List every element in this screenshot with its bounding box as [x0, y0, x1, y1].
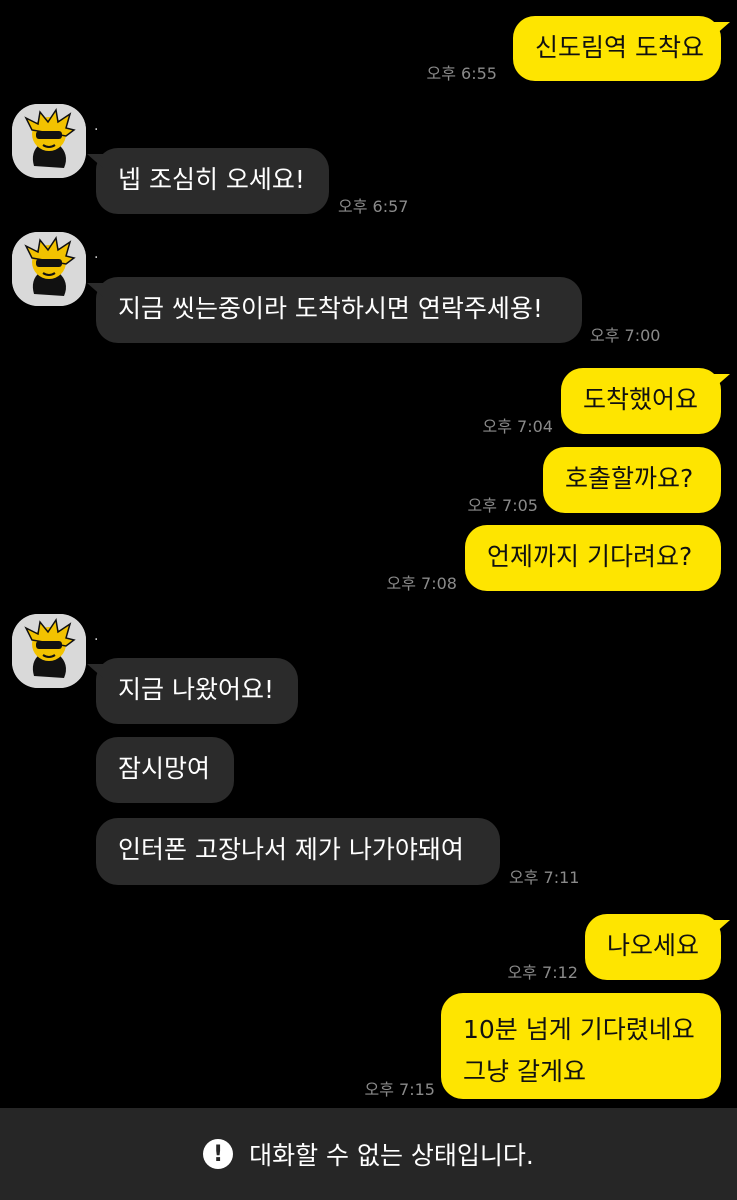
incoming-message[interactable]: 넵 조심히 오세요! [87, 148, 329, 214]
message-time: 오후 6:55 [426, 64, 497, 83]
outgoing-message[interactable]: 호출할까요? [543, 447, 721, 513]
incoming-message[interactable]: 인터폰 고장나서 제가 나가야돼여 [96, 818, 500, 885]
message-time: 오후 7:04 [482, 417, 553, 436]
outgoing-message[interactable]: 언제까지 기다려요? [465, 525, 721, 591]
message-time: 오후 7:00 [590, 326, 661, 345]
message-time: 오후 7:08 [386, 574, 457, 593]
outgoing-message[interactable]: 10분 넘게 기다렸네요 그냥 갈게요 [441, 993, 721, 1099]
incoming-message[interactable]: 잠시망여 [96, 737, 234, 803]
sender-name: . [94, 118, 99, 134]
message-time: 오후 7:15 [364, 1080, 435, 1099]
message-time: 오후 7:11 [509, 868, 580, 887]
outgoing-message[interactable]: 도착했어요 [561, 368, 730, 434]
message-time: 오후 6:57 [338, 197, 409, 216]
message-time: 오후 7:05 [467, 496, 538, 515]
avatar[interactable] [12, 232, 86, 306]
incoming-message[interactable]: 지금 씻는중이라 도착하시면 연락주세용! [87, 277, 582, 343]
avatar[interactable] [12, 104, 86, 178]
chat-disabled-bar: ! 대화할 수 없는 상태입니다. [0, 1108, 737, 1200]
sender-name: . [94, 628, 99, 644]
avatar[interactable] [12, 614, 86, 688]
character-avatar-icon [12, 232, 86, 306]
chat-disabled-message: 대화할 수 없는 상태입니다. [249, 1141, 534, 1170]
message-line: 그냥 갈게요 [463, 1057, 586, 1086]
character-avatar-icon [12, 614, 86, 688]
message-line: 10분 넘게 기다렸네요 [463, 1015, 695, 1044]
incoming-message[interactable]: 지금 나왔어요! [87, 658, 298, 724]
outgoing-message[interactable]: 나오세요 [585, 914, 730, 980]
exclamation-circle-icon: ! [203, 1139, 234, 1169]
character-avatar-icon [12, 104, 86, 178]
sender-name: . [94, 246, 99, 262]
outgoing-message[interactable]: 신도림역 도착요 [513, 16, 730, 81]
chat-area[interactable]: 신도림역 도착요 오후 6:55 . 넵 조심히 오세요! 오후 6:57 . … [0, 0, 737, 1108]
message-time: 오후 7:12 [507, 963, 578, 982]
